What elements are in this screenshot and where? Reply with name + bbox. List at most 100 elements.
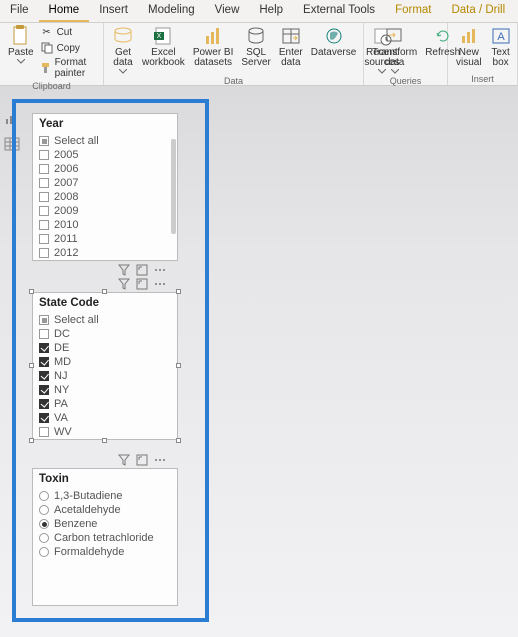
slicer-option[interactable]: 2012	[39, 246, 171, 260]
checkbox[interactable]	[39, 371, 49, 381]
slicer-option[interactable]: Carbon tetrachloride	[39, 531, 171, 545]
option-label: 1,3-Butadiene	[54, 490, 123, 502]
tab-insert[interactable]: Insert	[89, 0, 138, 22]
get-data-icon	[112, 25, 134, 47]
tab-data-drill[interactable]: Data / Drill	[441, 0, 515, 22]
option-label: Select all	[54, 314, 99, 326]
checkbox[interactable]	[39, 357, 49, 367]
excel-workbook-button[interactable]: XExcel workbook	[138, 23, 189, 76]
ribbon-group-queries: Transform data Refresh Queries	[364, 23, 448, 85]
slicer-option[interactable]: DC	[39, 327, 171, 341]
slicer-option[interactable]: WV	[39, 425, 171, 439]
more-icon[interactable]	[154, 264, 166, 276]
tab-help[interactable]: Help	[249, 0, 293, 22]
focus-mode-icon[interactable]	[136, 264, 148, 276]
checkbox[interactable]	[39, 220, 49, 230]
tab-modeling[interactable]: Modeling	[138, 0, 205, 22]
transform-icon	[384, 25, 406, 47]
format-painter-button[interactable]: Format painter	[40, 57, 97, 79]
checkbox[interactable]	[39, 427, 49, 437]
slicer-year[interactable]: Year Select all2005200620072008200920102…	[32, 113, 178, 261]
more-icon[interactable]	[154, 454, 166, 466]
checkbox[interactable]	[39, 329, 49, 339]
slicer-option[interactable]: Select all	[39, 134, 171, 148]
focus-mode-icon[interactable]	[136, 454, 148, 466]
filter-icon[interactable]	[118, 454, 130, 466]
checkbox[interactable]	[39, 234, 49, 244]
radio[interactable]	[39, 533, 49, 543]
option-label: 2007	[54, 177, 78, 189]
slicer-option[interactable]: 2006	[39, 162, 171, 176]
group-label-data: Data	[108, 76, 359, 87]
focus-mode-icon[interactable]	[136, 278, 148, 290]
ribbon-group-insert: New visual AText box Insert	[448, 23, 518, 85]
radio[interactable]	[39, 547, 49, 557]
slicer-option[interactable]: PA	[39, 397, 171, 411]
sql-icon	[245, 25, 267, 47]
slicer-option[interactable]: DE	[39, 341, 171, 355]
slicer-option[interactable]: Select all	[39, 313, 171, 327]
radio[interactable]	[39, 491, 49, 501]
more-icon[interactable]	[154, 278, 166, 290]
filter-icon[interactable]	[118, 264, 130, 276]
checkbox[interactable]	[39, 206, 49, 216]
slicer-option[interactable]: NY	[39, 383, 171, 397]
chevron-down-icon	[17, 59, 25, 64]
radio[interactable]	[39, 519, 49, 529]
tab-format[interactable]: Format	[385, 0, 441, 22]
slicer-option[interactable]: Formaldehyde	[39, 545, 171, 559]
checkbox[interactable]	[39, 164, 49, 174]
powerbi-datasets-button[interactable]: Power BI datasets	[189, 23, 238, 76]
paste-button[interactable]: Paste	[4, 23, 38, 81]
checkbox[interactable]	[39, 315, 49, 325]
option-label: 2006	[54, 163, 78, 175]
tab-external-tools[interactable]: External Tools	[293, 0, 385, 22]
slicer-option[interactable]: 1,3-Butadiene	[39, 489, 171, 503]
scrollbar-thumb[interactable]	[171, 139, 176, 234]
slicer-option[interactable]: 2010	[39, 218, 171, 232]
checkbox[interactable]	[39, 136, 49, 146]
slicer-toxin[interactable]: Toxin 1,3-ButadieneAcetaldehydeBenzeneCa…	[32, 468, 178, 606]
checkbox[interactable]	[39, 192, 49, 202]
scissors-icon: ✂	[40, 25, 54, 39]
slicer-option[interactable]: Acetaldehyde	[39, 503, 171, 517]
copy-button[interactable]: Copy	[40, 41, 97, 55]
slicer-state-code[interactable]: State Code Select allDCDEMDNJNYPAVAWV	[32, 292, 178, 440]
text-box-button[interactable]: AText box	[486, 23, 516, 74]
checkbox[interactable]	[39, 150, 49, 160]
report-canvas[interactable]: Year Select all2005200620072008200920102…	[0, 97, 518, 637]
tab-file[interactable]: File	[0, 0, 39, 22]
slicer-option[interactable]: VA	[39, 411, 171, 425]
checkbox[interactable]	[39, 399, 49, 409]
slicer-option[interactable]: 2005	[39, 148, 171, 162]
checkbox[interactable]	[39, 343, 49, 353]
powerbi-icon	[202, 25, 224, 47]
transform-data-button[interactable]: Transform data	[368, 23, 421, 76]
get-data-button[interactable]: Get data	[108, 23, 138, 76]
slicer-option[interactable]: 2009	[39, 204, 171, 218]
radio[interactable]	[39, 505, 49, 515]
new-visual-button[interactable]: New visual	[452, 23, 486, 74]
checkbox[interactable]	[39, 248, 49, 258]
slicer-option[interactable]: NJ	[39, 369, 171, 383]
slicer-title: State Code	[33, 293, 177, 313]
checkbox[interactable]	[39, 413, 49, 423]
tab-home[interactable]: Home	[39, 0, 90, 22]
filter-icon[interactable]	[118, 278, 130, 290]
slicer-option[interactable]: 2011	[39, 232, 171, 246]
sql-server-button[interactable]: SQL Server	[237, 23, 274, 76]
option-label: Formaldehyde	[54, 546, 124, 558]
enter-data-button[interactable]: Enter data	[275, 23, 307, 76]
slicer-option[interactable]: MD	[39, 355, 171, 369]
slicer-option[interactable]: 2007	[39, 176, 171, 190]
dataverse-button[interactable]: Dataverse	[307, 23, 361, 76]
checkbox[interactable]	[39, 385, 49, 395]
slicer-option[interactable]: Benzene	[39, 517, 171, 531]
checkbox[interactable]	[39, 178, 49, 188]
cut-button[interactable]: ✂Cut	[40, 25, 97, 39]
slicer-option[interactable]: 2008	[39, 190, 171, 204]
option-label: WV	[54, 426, 72, 438]
svg-text:A: A	[497, 31, 505, 43]
chevron-down-icon	[391, 69, 399, 74]
tab-view[interactable]: View	[205, 0, 250, 22]
